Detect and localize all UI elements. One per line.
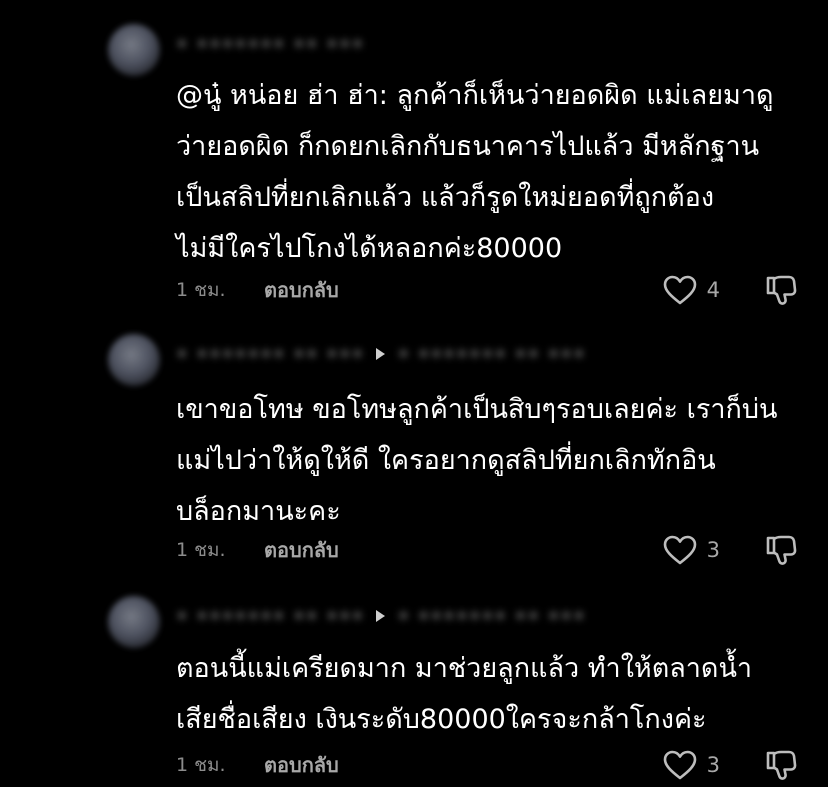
comment-header: • ••••••• •• ••• <box>176 32 364 56</box>
like-count: 3 <box>706 753 720 777</box>
comment-line: ตอนนี้แม่เครียดมาก มาช่วยลูกแล้ว ทำให้ตล… <box>176 653 753 684</box>
avatar[interactable] <box>108 24 160 76</box>
heart-icon[interactable] <box>663 535 697 565</box>
comment-line: เขาขอโทษ ขอโทษลูกค้าเป็นสิบๆรอบเลยค่ะ เร… <box>176 394 778 425</box>
heart-icon[interactable] <box>663 275 697 305</box>
reply-button[interactable]: ตอบกลับ <box>264 534 339 566</box>
reply-to-arrow-icon <box>376 348 386 360</box>
comment-text: เขาขอโทษ ขอโทษลูกค้าเป็นสิบๆรอบเลยค่ะ เร… <box>176 384 816 537</box>
reply-to-arrow-icon <box>376 610 386 622</box>
avatar[interactable] <box>108 596 160 648</box>
username[interactable]: • ••••••• •• ••• <box>176 604 364 628</box>
timestamp: 1 ชม. <box>176 539 226 561</box>
comment-actions: 1 ชม. ตอบกลับ 4 <box>176 270 798 310</box>
dislike-icon[interactable] <box>764 273 798 307</box>
reply-button[interactable]: ตอบกลับ <box>264 274 339 306</box>
heart-icon[interactable] <box>663 750 697 780</box>
comment-text: @นู๋ หน่อย ฮ่า ฮ่า: ลูกค้าก็เห็นว่ายอดผิ… <box>176 70 816 274</box>
like-button[interactable]: 3 <box>663 535 720 565</box>
dislike-icon[interactable] <box>764 533 798 567</box>
username[interactable]: • ••••••• •• ••• <box>176 342 364 366</box>
comment-line: @นู๋ หน่อย ฮ่า ฮ่า: ลูกค้าก็เห็นว่ายอดผิ… <box>176 80 774 111</box>
comment-header: • ••••••• •• ••• • ••••••• •• ••• <box>176 604 586 628</box>
like-count: 4 <box>706 278 720 302</box>
timestamp: 1 ชม. <box>176 754 226 776</box>
avatar[interactable] <box>108 334 160 386</box>
reply-to-username[interactable]: • ••••••• •• ••• <box>397 342 585 366</box>
reply-button[interactable]: ตอบกลับ <box>264 749 339 781</box>
comment-actions: 1 ชม. ตอบกลับ 3 <box>176 530 798 570</box>
like-button[interactable]: 4 <box>663 275 720 305</box>
comment-text: ตอนนี้แม่เครียดมาก มาช่วยลูกแล้ว ทำให้ตล… <box>176 643 816 745</box>
username[interactable]: • ••••••• •• ••• <box>176 32 364 56</box>
comment-actions: 1 ชม. ตอบกลับ 3 <box>176 745 798 785</box>
comment-line: ว่ายอดผิด ก็กดยกเลิกกับธนาคารไปแล้ว มีหล… <box>176 131 760 162</box>
timestamp: 1 ชม. <box>176 279 226 301</box>
comment-line: ไม่มีใครไปโกงได้หลอกค่ะ80000 <box>176 233 563 264</box>
comment-line: แม่ไปว่าให้ดูให้ดี ใครอยากดูสลิปที่ยกเลิ… <box>176 445 716 476</box>
like-button[interactable]: 3 <box>663 750 720 780</box>
comment-line: เป็นสลิปที่ยกเลิกแล้ว แล้วก็รูดใหม่ยอดที… <box>176 182 715 213</box>
comment-feed: • ••••••• •• ••• @นู๋ หน่อย ฮ่า ฮ่า: ลูก… <box>0 0 828 787</box>
comment-line: เสียชื่อเสียง เงินระดับ80000ใครจะกล้าโกง… <box>176 704 707 735</box>
reply-to-username[interactable]: • ••••••• •• ••• <box>397 604 585 628</box>
like-count: 3 <box>706 538 720 562</box>
dislike-icon[interactable] <box>764 748 798 782</box>
comment-line: บล็อกมานะคะ <box>176 496 341 527</box>
comment-header: • ••••••• •• ••• • ••••••• •• ••• <box>176 342 586 366</box>
